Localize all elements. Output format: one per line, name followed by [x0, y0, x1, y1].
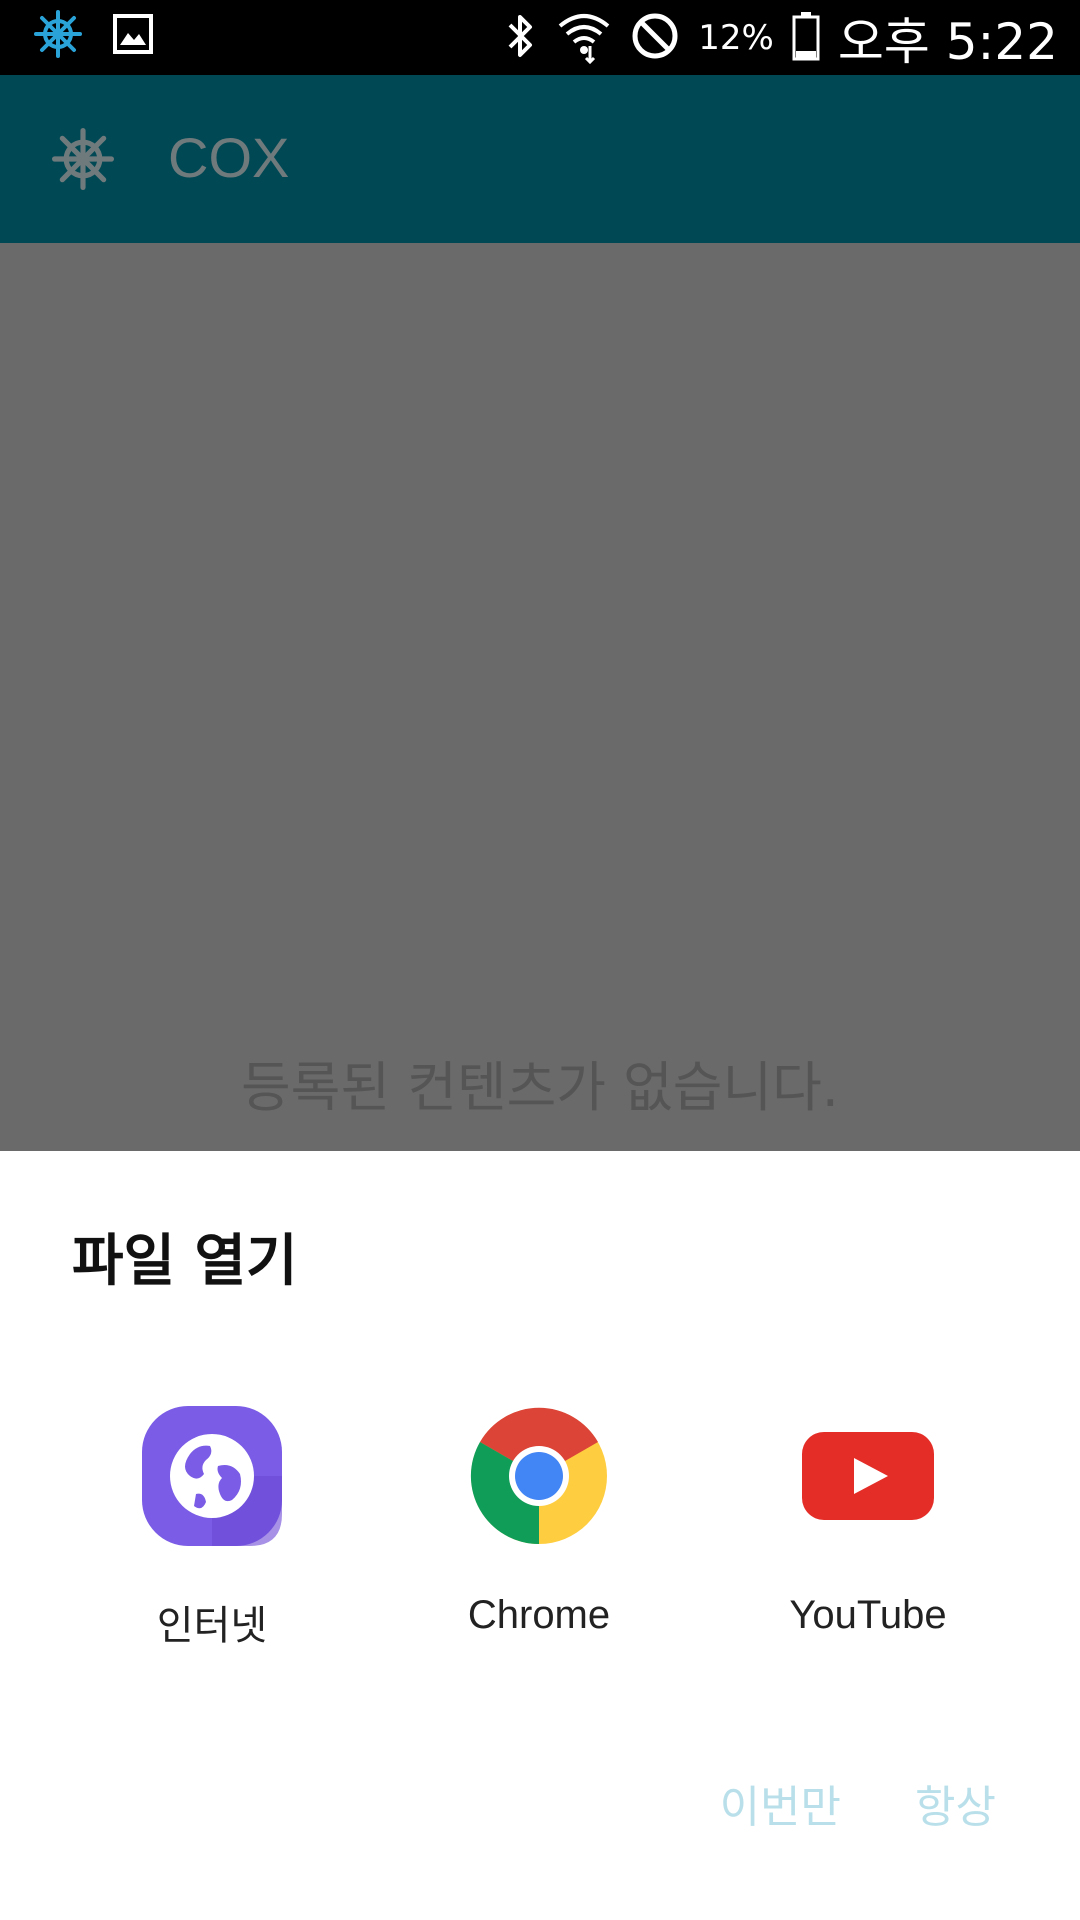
status-bar: 12% 오후 5:22: [0, 0, 1080, 75]
just-once-button[interactable]: 이번만: [720, 1771, 841, 1835]
always-button[interactable]: 항상: [915, 1771, 996, 1835]
app-label-internet: 인터넷: [156, 1604, 268, 1648]
app-label-chrome: Chrome: [467, 1593, 611, 1637]
samsung-internet-icon: [137, 1401, 287, 1551]
app-label-youtube: YouTube: [789, 1593, 947, 1637]
clock: 오후 5:22: [837, 12, 1058, 71]
bluetooth-icon: [504, 11, 538, 65]
dialog-actions: 이번만 항상: [720, 1771, 996, 1835]
wifi-icon: [556, 8, 612, 68]
chrome-icon: [464, 1401, 614, 1551]
image-icon: [112, 13, 154, 59]
content-area: 등록된 컨텐츠가 없습니다.: [0, 243, 1080, 1151]
app-choice-chrome[interactable]: Chrome: [399, 1401, 679, 1638]
battery-percent: 12%: [698, 17, 774, 58]
open-with-dialog: 파일 열기 인터넷 Chrome YouTube 이번만 항상: [0, 1151, 1080, 1920]
dialog-title: 파일 열기: [72, 1229, 298, 1294]
battery-icon: [792, 11, 820, 65]
app-title: COX: [168, 126, 290, 189]
do-not-disturb-icon: [630, 11, 680, 65]
youtube-icon: [793, 1401, 943, 1551]
app-choice-youtube[interactable]: YouTube: [728, 1401, 1008, 1638]
empty-message: 등록된 컨텐츠가 없습니다.: [241, 1056, 839, 1119]
app-choice-internet[interactable]: 인터넷: [72, 1401, 352, 1651]
helm-icon: [34, 10, 82, 62]
helm-icon[interactable]: [52, 128, 114, 194]
app-bar: COX: [0, 75, 1080, 243]
